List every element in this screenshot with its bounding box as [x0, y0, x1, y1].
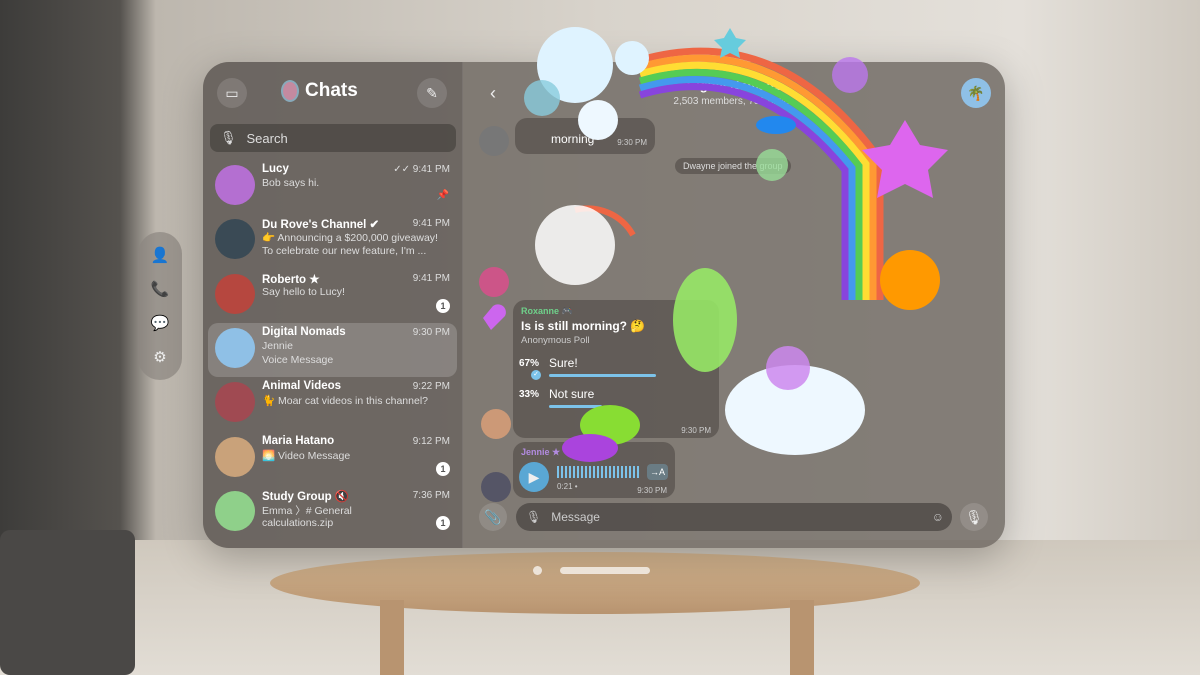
chat-list-item[interactable]: Du Rove's Channel ✔ 9:41 PM 👉 Announcing…: [208, 214, 457, 268]
calls-icon[interactable]: 📞: [151, 280, 170, 298]
voice-record-icon[interactable]: 🎙: [960, 503, 988, 531]
telegram-window: ▭ Chats ✎ 🎙 Search Lucy ✓✓ 9:41 PM Bob sa…: [203, 62, 1005, 548]
avatar: [215, 490, 255, 531]
contacts-icon[interactable]: 👤: [151, 246, 170, 264]
sticker-icon[interactable]: ☺: [932, 510, 944, 524]
table-leg: [790, 600, 814, 675]
voice-message: Jennie ★ ▶ 0:21 • →A 9:30 PM: [513, 442, 675, 498]
play-icon[interactable]: ▶: [519, 462, 549, 492]
service-message: Dwayne joined the group: [675, 158, 791, 174]
avatar: [215, 273, 255, 314]
avatar: [215, 165, 255, 205]
window-grab-bar[interactable]: [560, 567, 650, 574]
avatar: [281, 80, 299, 102]
mic-icon: 🎙: [526, 510, 542, 524]
message-bubble[interactable]: morning 9:30 PM: [515, 118, 655, 154]
waveform[interactable]: [557, 466, 641, 478]
transcribe-button[interactable]: →A: [647, 464, 669, 480]
chat-list-item[interactable]: Animal Videos 9:22 PM 🐈 Moar cat videos …: [208, 377, 457, 431]
page-title: Chats: [281, 80, 358, 102]
chat-list-item[interactable]: Digital Nomads 9:30 PM Jennie Voice Mess…: [208, 322, 457, 377]
search-input[interactable]: 🎙 Search: [210, 124, 456, 152]
chat-header[interactable]: Digital Nomads 2,503 members, 736 online: [463, 78, 1005, 107]
attach-icon[interactable]: 📎: [479, 503, 507, 531]
avatar: [215, 219, 255, 260]
chat-list-item[interactable]: Study Group 🔇 7:36 PM Emma 〉# General ca…: [208, 486, 457, 540]
coffee-table: [270, 552, 920, 614]
poll-bar: [549, 405, 602, 408]
poll-bar: [549, 374, 657, 377]
tab-ornament: 👤 📞 💬 ⚙: [138, 232, 182, 380]
chat-list-item[interactable]: Lucy ✓✓ 9:41 PM Bob says hi. 📌: [208, 160, 457, 214]
window-close-dot[interactable]: [533, 566, 542, 575]
poll-message: Roxanne 🎮 Is is still morning? 🤔 Anonymo…: [513, 300, 719, 438]
avatar: [479, 126, 509, 156]
avatar: [215, 327, 255, 368]
avatar: [215, 382, 255, 423]
compose-icon[interactable]: ✎: [417, 78, 447, 108]
chat-panel: ‹ Digital Nomads 2,503 members, 736 onlin…: [463, 62, 1005, 548]
chat-list-item[interactable]: Roberto ★ 9:41 PM Say hello to Lucy! 1: [208, 269, 457, 323]
check-icon: ✓: [531, 370, 541, 380]
avatar: [215, 436, 255, 477]
mic-icon: 🎙: [220, 130, 237, 145]
pin-icon: 📌: [436, 190, 449, 201]
sidebar-toggle-icon[interactable]: ▭: [217, 78, 247, 108]
avatar: [481, 472, 511, 502]
group-avatar[interactable]: 🌴: [961, 78, 991, 108]
unread-badge: 1: [436, 298, 450, 313]
unread-badge: 1: [436, 461, 450, 476]
table-leg: [380, 600, 404, 675]
settings-icon[interactable]: ⚙: [153, 348, 166, 366]
sofa: [0, 530, 135, 675]
chats-icon[interactable]: 💬: [151, 314, 170, 332]
message-input[interactable]: 🎙 Message ☺: [516, 503, 952, 531]
avatar: [479, 267, 509, 297]
avatar: [481, 409, 511, 439]
chat-list-panel: ▭ Chats ✎ 🎙 Search Lucy ✓✓ 9:41 PM Bob sa…: [203, 62, 463, 548]
unread-badge: 1: [436, 515, 450, 530]
chat-list-item[interactable]: Maria Hatano 9:12 PM 🌅 Video Message 1: [208, 432, 457, 486]
